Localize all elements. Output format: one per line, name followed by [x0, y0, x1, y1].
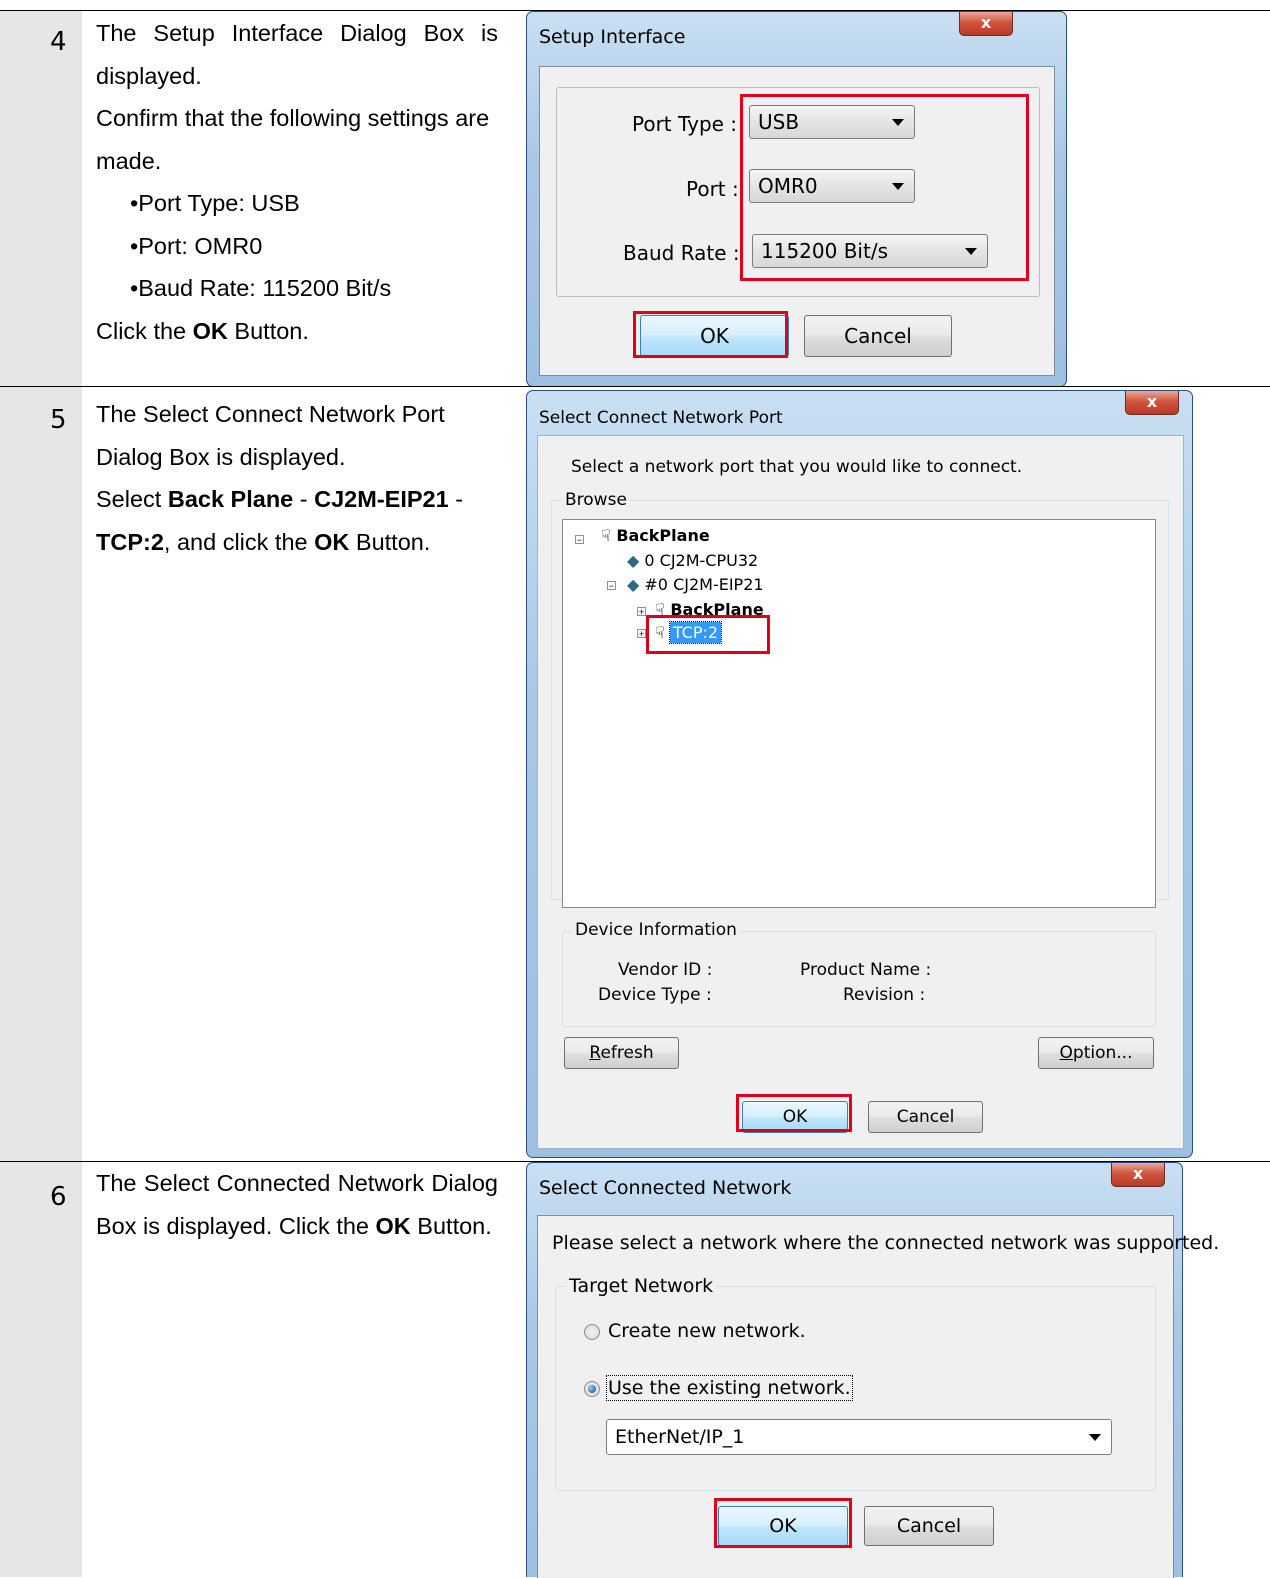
browse-label: Browse: [562, 490, 630, 510]
device-type-label: Device Type :: [598, 985, 712, 1005]
step-description: The Select Connect Network Port Dialog B…: [96, 393, 498, 563]
collapse-icon[interactable]: −: [575, 535, 584, 545]
desc-line: The Setup Interface Dialog Box is displa…: [96, 20, 498, 89]
step-number: 4: [50, 27, 67, 57]
instruction-text: Please select a network where the connec…: [552, 1232, 1220, 1254]
desc-text: -: [293, 486, 315, 512]
desc-click-line: Click the OK Button.: [96, 310, 498, 353]
cancel-button[interactable]: Cancel: [804, 315, 952, 357]
network-tree[interactable]: − ☟ BackPlane ◆ 0 CJ2M-CPU32 − ◆ #0 CJ2M…: [562, 519, 1156, 908]
step-description: The Setup Interface Dialog Box is displa…: [96, 12, 498, 352]
highlight-box: [633, 311, 788, 358]
close-button[interactable]: x: [959, 12, 1013, 36]
close-icon: x: [1146, 392, 1158, 411]
desc-text: , and click the: [163, 528, 315, 555]
accelerator-key: O: [1059, 1043, 1073, 1063]
dialog-client-area: Select a network port that you would lik…: [537, 435, 1184, 1149]
collapse-icon[interactable]: −: [607, 581, 616, 591]
desc-line: Confirm that the following settings are …: [96, 105, 490, 174]
product-name-label: Product Name :: [800, 960, 932, 980]
tree-item-label: 0 CJ2M-CPU32: [644, 551, 759, 570]
tree-item-label: BackPlane: [616, 526, 710, 545]
radio-create-new-label: Create new network.: [608, 1320, 806, 1342]
step-gutter: [0, 387, 82, 1161]
button-label: ption...: [1072, 1043, 1133, 1063]
desc-bold: TCP:2: [96, 528, 164, 555]
close-icon: x: [1132, 1164, 1144, 1183]
cancel-button[interactable]: Cancel: [864, 1506, 994, 1546]
step-number: 5: [50, 405, 67, 435]
revision-label: Revision :: [843, 985, 926, 1005]
vendor-id-label: Vendor ID :: [618, 960, 713, 980]
step-6-row: 6 The Select Connected Network Dialog Bo…: [0, 1162, 1270, 1578]
device-icon: ◆: [627, 575, 645, 594]
device-info-label: Device Information: [572, 920, 740, 940]
cancel-button[interactable]: Cancel: [868, 1101, 983, 1133]
highlight-box: [740, 94, 1029, 281]
port-label: Port :: [686, 177, 739, 201]
step-description: The Select Connected Network Dialog Box …: [96, 1162, 498, 1247]
step-gutter: [0, 11, 82, 386]
tree-item-label: #0 CJ2M-EIP21: [644, 575, 764, 594]
highlight-box: [714, 1498, 852, 1548]
dialog-title: Select Connected Network: [539, 1177, 792, 1199]
desc-text: Select: [96, 486, 168, 512]
dialog-client-area: Please select a network where the connec…: [537, 1215, 1219, 1578]
radio-use-existing[interactable]: [584, 1381, 600, 1397]
desc-bullet: •Port Type: USB: [130, 190, 300, 216]
dialog-title: Select Connect Network Port: [539, 408, 783, 428]
desc-bold: OK: [375, 1212, 411, 1239]
select-connected-network-dialog: Select Connected Network x Please select…: [526, 1162, 1219, 1578]
highlight-box: [646, 615, 770, 654]
step-gutter: [0, 1162, 82, 1577]
desc-bold: Back Plane: [167, 486, 294, 512]
port-icon: ☟: [601, 526, 617, 545]
desc-line: The Select Connected Network Dialog Box …: [96, 1162, 498, 1247]
option-button[interactable]: Option...: [1038, 1037, 1154, 1069]
desc-text: -: [448, 486, 464, 512]
button-label: efresh: [600, 1043, 654, 1063]
tree-item-cpu[interactable]: ◆ 0 CJ2M-CPU32: [627, 551, 758, 570]
refresh-button[interactable]: Refresh: [564, 1037, 679, 1069]
desc-line: Select Back Plane - CJ2M-EIP21 - TCP:2, …: [96, 478, 498, 563]
desc-text: Click the: [96, 317, 193, 344]
step-5-row: 5 The Select Connect Network Port Dialog…: [0, 387, 1270, 1161]
close-button[interactable]: x: [1125, 391, 1179, 415]
dialog-title: Setup Interface: [539, 26, 686, 48]
accelerator-key: R: [589, 1043, 601, 1063]
dropdown-value: EtherNet/IP_1: [615, 1426, 745, 1448]
port-type-label: Port Type :: [632, 112, 738, 136]
tree-item-backplane[interactable]: ☟ BackPlane: [601, 526, 710, 545]
radio-selected-dot: [588, 1385, 596, 1393]
baud-rate-label: Baud Rate :: [623, 241, 740, 265]
expand-icon[interactable]: +: [637, 607, 646, 617]
highlight-box: [736, 1094, 852, 1132]
device-icon: ◆: [627, 551, 645, 570]
tree-item-eip21[interactable]: ◆ #0 CJ2M-EIP21: [627, 575, 764, 594]
desc-bullet: •Baud Rate: 115200 Bit/s: [130, 275, 392, 301]
desc-line: The Select Connect Network Port Dialog B…: [96, 401, 445, 470]
radio-create-new[interactable]: [584, 1324, 600, 1340]
desc-text: Button.: [410, 1212, 492, 1239]
desc-bullet: •Port: OMR0: [130, 232, 263, 259]
radio-use-existing-label: Use the existing network.: [606, 1375, 853, 1401]
chevron-down-icon: [1089, 1434, 1101, 1441]
desc-bold: OK: [314, 528, 350, 555]
desc-bold: CJ2M-EIP21: [314, 486, 449, 512]
close-button[interactable]: x: [1111, 1163, 1165, 1187]
expand-icon[interactable]: +: [637, 629, 646, 639]
step-4-row: 4 The Setup Interface Dialog Box is disp…: [0, 11, 1270, 387]
instruction-text: Select a network port that you would lik…: [571, 457, 1023, 477]
select-connect-network-port-dialog: Select Connect Network Port x Select a n…: [526, 390, 1193, 1158]
desc-bold: OK: [192, 317, 228, 344]
network-dropdown[interactable]: EtherNet/IP_1: [606, 1419, 1112, 1455]
step-number: 6: [50, 1182, 67, 1212]
desc-text: Button.: [349, 528, 431, 555]
close-icon: x: [980, 13, 992, 32]
target-network-label: Target Network: [566, 1275, 717, 1297]
desc-text: Button.: [227, 317, 309, 344]
